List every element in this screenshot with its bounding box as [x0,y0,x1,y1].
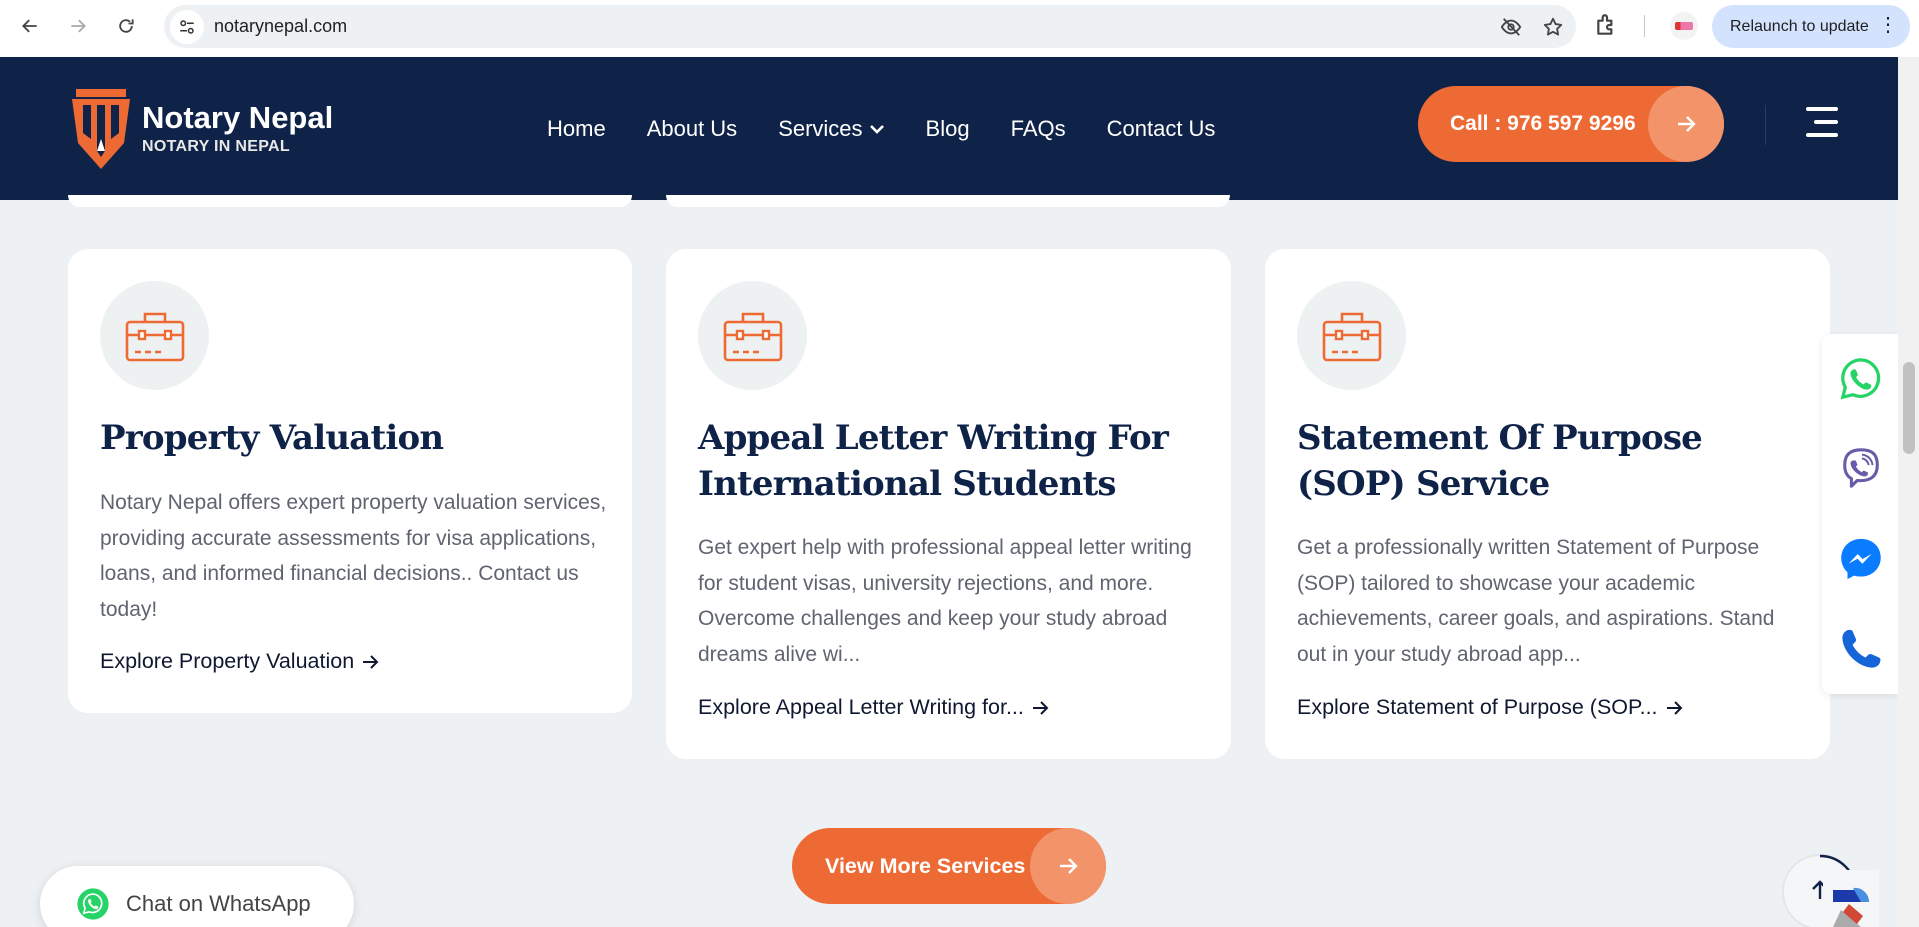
arrow-right-icon [1666,700,1682,715]
call-button[interactable]: Call : 976 597 9296 [1418,86,1724,162]
tune-icon [180,19,194,34]
reload-icon [119,19,134,33]
previous-card-edge [68,195,632,207]
star-icon[interactable] [1542,16,1564,38]
chevron-down-icon [869,124,884,134]
arrow-right-icon [1648,86,1724,162]
briefcase-icon [125,312,184,361]
site-header: Notary Nepal NOTARY IN NEPAL Home About … [0,57,1898,200]
more-menu-icon[interactable]: ⋮ [1878,15,1898,35]
forward-button[interactable] [58,6,98,46]
briefcase-icon [1322,312,1381,361]
eye-off-icon[interactable] [1500,16,1522,38]
chat-on-whatsapp-button[interactable]: Chat on WhatsApp [40,866,354,927]
card-icon-circle [1297,281,1406,390]
back-button[interactable] [10,6,50,46]
profile-avatar[interactable] [1670,12,1698,40]
nav-about-us[interactable]: About Us [647,116,738,142]
header-divider [1765,105,1766,145]
explore-link-label: Explore Appeal Letter Writing for... [698,695,1024,719]
hamburger-menu-icon[interactable] [1806,107,1838,137]
nav-services[interactable]: Services [778,116,884,142]
card-description: Notary Nepal offers expert property valu… [100,491,607,621]
previous-card-edge [666,195,1230,207]
card-description: Get a professionally written Statement o… [1297,536,1775,666]
url-text[interactable]: notarynepal.com [214,16,347,37]
card-title: Appeal Letter Writing For International … [698,418,1169,504]
address-bar[interactable]: notarynepal.com [164,5,1576,48]
view-more-services-button[interactable]: View More Services [792,828,1106,904]
notary-pen-logo-icon [72,89,130,169]
messenger-icon[interactable] [1838,536,1884,582]
site-info-button[interactable] [170,9,204,44]
explore-link-label: Explore Statement of Purpose (SOP... [1297,695,1658,719]
nav-blog[interactable]: Blog [926,116,970,142]
extensions-icon[interactable] [1594,12,1620,38]
service-card: Property Valuation Notary Nepal offers e… [68,249,632,713]
explore-link[interactable]: Explore Appeal Letter Writing for... [698,695,1050,720]
phone-icon[interactable] [1838,626,1884,672]
card-icon-circle [100,281,209,390]
service-card: Appeal Letter Writing For International … [666,249,1231,759]
browser-toolbar: notarynepal.com Relaunch to update ⋮ [0,0,1919,57]
explore-link-label: Explore Property Valuation [100,649,355,673]
site-logo[interactable]: Notary Nepal NOTARY IN NEPAL [68,83,333,173]
main-nav: Home About Us Services Blog FAQs Contact… [547,57,1215,200]
briefcase-icon [723,312,782,361]
nav-services-label: Services [778,115,863,141]
nav-faqs[interactable]: FAQs [1011,116,1066,142]
floating-social-bar [1822,334,1898,694]
card-icon-circle [698,281,807,390]
card-title: Property Valuation [100,418,444,458]
view-more-label: View More Services [825,853,1026,878]
service-card: Statement Of Purpose (SOP) Service Get a… [1265,249,1830,759]
whatsapp-icon [77,888,109,920]
toolbar-divider [1644,15,1645,37]
arrow-right-icon [363,654,379,669]
viber-icon[interactable] [1838,446,1884,492]
scrollbar-thumb[interactable] [1903,362,1915,454]
arrow-right-icon [1030,828,1106,904]
card-description: Get expert help with professional appeal… [698,536,1192,666]
recaptcha-badge-icon[interactable] [1823,870,1879,927]
explore-link[interactable]: Explore Statement of Purpose (SOP... [1297,695,1684,720]
page-scrollbar[interactable] [1898,57,1919,927]
card-title: Statement Of Purpose (SOP) Service [1297,418,1703,504]
back-arrow-icon [22,19,37,33]
explore-link[interactable]: Explore Property Valuation [100,649,380,674]
call-button-label: Call : 976 597 9296 [1450,112,1636,135]
logo-subtitle: NOTARY IN NEPAL [142,138,290,155]
relaunch-button[interactable]: Relaunch to update ⋮ [1712,5,1910,48]
logo-title: Notary Nepal [142,100,334,135]
forward-arrow-icon [71,19,86,33]
nav-contact-us[interactable]: Contact Us [1107,116,1216,142]
chat-whatsapp-label: Chat on WhatsApp [126,891,311,916]
reload-button[interactable] [106,6,146,46]
relaunch-label: Relaunch to update [1730,17,1869,35]
whatsapp-icon[interactable] [1838,356,1884,402]
arrow-right-icon [1032,700,1049,715]
nav-home[interactable]: Home [547,116,606,142]
